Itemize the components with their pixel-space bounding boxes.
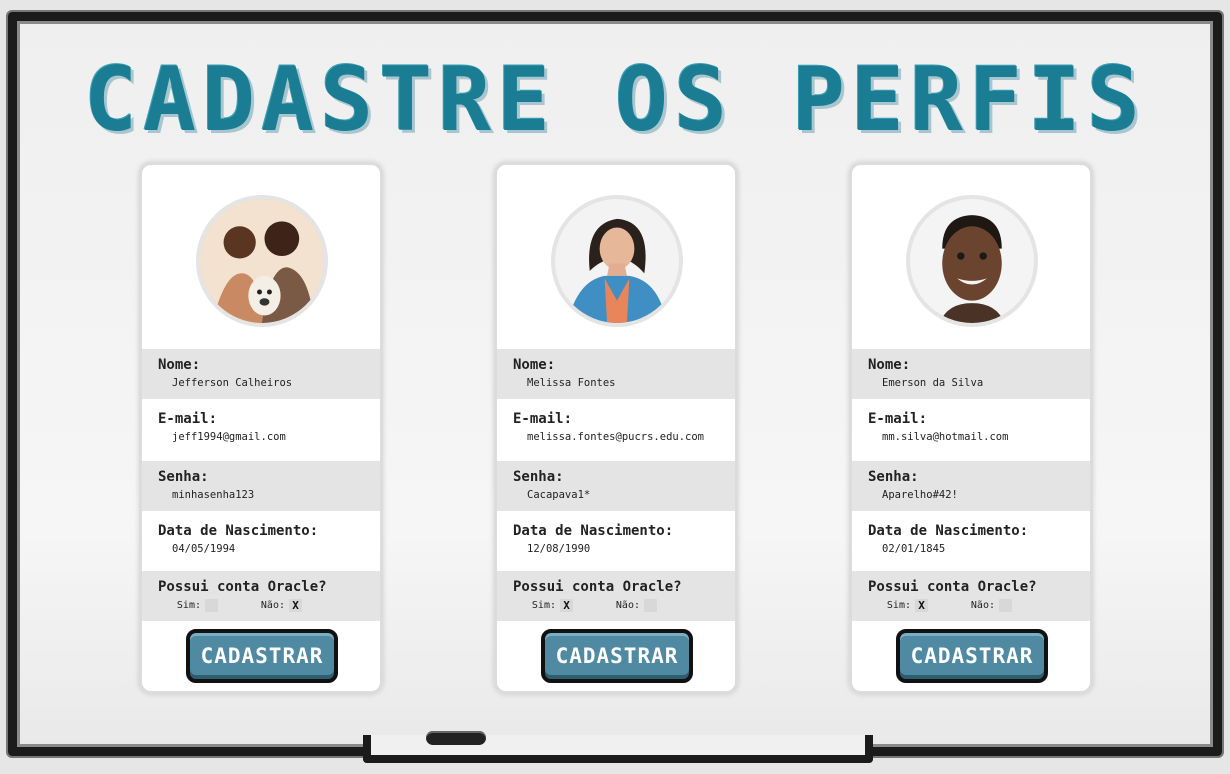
senha-value[interactable]: minhasenha123 [172,489,380,501]
marker-icon [426,731,486,745]
profile-card-2: Nome: Melissa Fontes E-mail: melissa.fon… [494,162,738,694]
avatar [551,195,683,327]
page-title: CADASTRE OS PERFIS [84,48,1146,151]
nascimento-value[interactable]: 04/05/1994 [172,543,380,555]
email-row: E-mail: mm.silva@hotmail.com [852,399,1090,461]
email-label: E-mail: [513,411,573,427]
profile-card-3: Nome: Emerson da Silva E-mail: mm.silva@… [849,162,1093,694]
nascimento-row: Data de Nascimento: 04/05/1994 [142,511,380,571]
avatar [196,195,328,327]
nascimento-value[interactable]: 12/08/1990 [527,543,735,555]
sim-checkbox[interactable]: X [915,599,928,612]
sim-label: Sim: [176,600,201,611]
email-label: E-mail: [158,411,218,427]
sim-option: Sim: X [868,599,928,612]
senha-label: Senha: [513,469,564,485]
nome-label: Nome: [868,357,911,373]
sim-option: Sim: X [513,599,573,612]
nome-label: Nome: [158,357,201,373]
nao-checkbox[interactable] [999,599,1012,612]
sim-option: Sim: [158,599,218,612]
man-portrait-photo-icon [910,199,1034,323]
oracle-row: Possui conta Oracle? Sim: X Não: [852,571,1090,621]
email-value[interactable]: jeff1994@gmail.com [172,431,380,443]
email-row: E-mail: jeff1994@gmail.com [142,399,380,461]
email-label: E-mail: [868,411,928,427]
cadastrar-button[interactable]: CADASTRAR [186,629,338,683]
sim-label: Sim: [531,600,556,611]
nome-value[interactable]: Jefferson Calheiros [172,377,380,389]
oracle-label: Possui conta Oracle? [158,579,327,595]
profile-card-1: Nome: Jefferson Calheiros E-mail: jeff19… [139,162,383,694]
nascimento-row: Data de Nascimento: 12/08/1990 [497,511,735,571]
oracle-row: Possui conta Oracle? Sim: Não: X [142,571,380,621]
nao-label: Não: [970,600,995,611]
senha-value[interactable]: Aparelho#42! [882,489,1090,501]
nao-label: Não: [615,600,640,611]
senha-value[interactable]: Cacapava1* [527,489,735,501]
woman-portrait-photo-icon [555,199,679,323]
email-row: E-mail: melissa.fontes@pucrs.edu.com [497,399,735,461]
nascimento-label: Data de Nascimento: [513,523,674,539]
senha-label: Senha: [868,469,919,485]
email-value[interactable]: mm.silva@hotmail.com [882,431,1090,443]
nao-label: Não: [260,600,285,611]
oracle-label: Possui conta Oracle? [868,579,1037,595]
oracle-row: Possui conta Oracle? Sim: X Não: [497,571,735,621]
nome-label: Nome: [513,357,556,373]
nao-option: Não: [928,599,1012,612]
senha-row: Senha: Cacapava1* [497,461,735,511]
nascimento-row: Data de Nascimento: 02/01/1845 [852,511,1090,571]
couple-with-dog-photo-icon [200,199,324,323]
nao-option: Não: X [218,599,302,612]
sim-checkbox[interactable]: X [560,599,573,612]
cadastrar-button[interactable]: CADASTRAR [541,629,693,683]
sim-label: Sim: [886,600,911,611]
senha-row: Senha: Aparelho#42! [852,461,1090,511]
nao-checkbox[interactable]: X [289,599,302,612]
avatar [906,195,1038,327]
nome-row: Nome: Jefferson Calheiros [142,349,380,399]
nome-value[interactable]: Emerson da Silva [882,377,1090,389]
email-value[interactable]: melissa.fontes@pucrs.edu.com [527,431,735,443]
nascimento-label: Data de Nascimento: [158,523,319,539]
nome-value[interactable]: Melissa Fontes [527,377,735,389]
nome-row: Nome: Melissa Fontes [497,349,735,399]
senha-label: Senha: [158,469,209,485]
oracle-options: Sim: X Não: [868,599,1090,612]
oracle-options: Sim: X Não: [513,599,735,612]
oracle-options: Sim: Não: X [158,599,380,612]
senha-row: Senha: minhasenha123 [142,461,380,511]
nascimento-label: Data de Nascimento: [868,523,1029,539]
nao-option: Não: [573,599,657,612]
sim-checkbox[interactable] [205,599,218,612]
nascimento-value[interactable]: 02/01/1845 [882,543,1090,555]
nao-checkbox[interactable] [644,599,657,612]
nome-row: Nome: Emerson da Silva [852,349,1090,399]
cadastrar-button[interactable]: CADASTRAR [896,629,1048,683]
oracle-label: Possui conta Oracle? [513,579,682,595]
